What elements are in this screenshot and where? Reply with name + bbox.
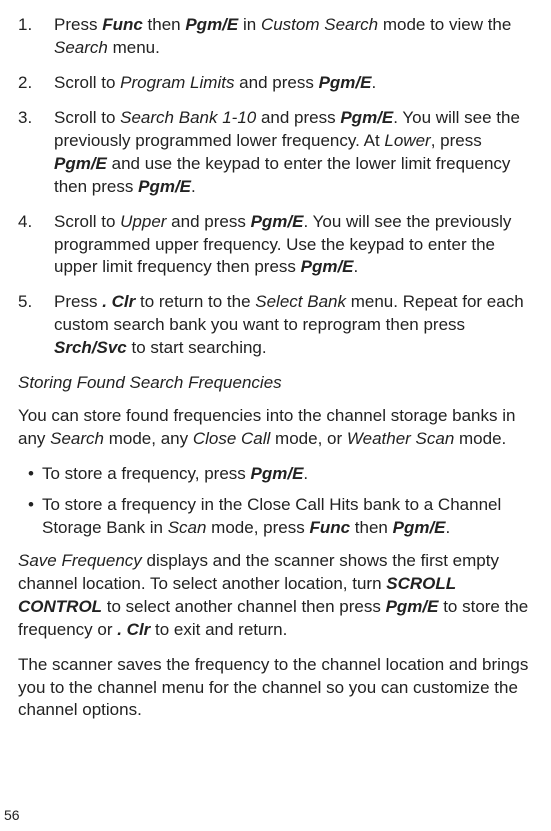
step-number: 3. — [18, 107, 54, 199]
text-run: Func — [102, 15, 143, 34]
text-run: . — [354, 257, 359, 276]
text-run: . — [191, 177, 196, 196]
text-run: and use the keypad to enter the lower li… — [54, 154, 510, 196]
step-item: 1.Press Func then Pgm/E in Custom Search… — [18, 14, 533, 60]
text-run: and press — [166, 212, 250, 231]
text-run: Pgm/E — [340, 108, 393, 127]
text-run: Upper — [120, 212, 166, 231]
text-run: Pgm/E — [319, 73, 372, 92]
step-body: Press . Clr to return to the Select Bank… — [54, 291, 533, 360]
text-run: Close Call — [193, 429, 270, 448]
step-item: 5.Press . Clr to return to the Select Ba… — [18, 291, 533, 360]
step-body: Scroll to Search Bank 1-10 and press Pgm… — [54, 107, 533, 199]
paragraph: Save Frequency displays and the scanner … — [18, 550, 533, 642]
text-run: . Clr — [117, 620, 150, 639]
text-run: Scroll to — [54, 73, 120, 92]
text-run: Lower — [384, 131, 430, 150]
text-run: Search Bank 1-10 — [120, 108, 256, 127]
text-run: Press — [54, 15, 102, 34]
step-item: 3.Scroll to Search Bank 1-10 and press P… — [18, 107, 533, 199]
step-number: 4. — [18, 211, 54, 280]
step-body: Press Func then Pgm/E in Custom Search m… — [54, 14, 533, 60]
text-run: menu. — [108, 38, 160, 57]
text-run: Scroll to — [54, 108, 120, 127]
ordered-steps: 1.Press Func then Pgm/E in Custom Search… — [18, 14, 533, 360]
text-run: Pgm/E — [54, 154, 107, 173]
text-run: Scroll to — [54, 212, 120, 231]
text-run: in — [238, 15, 261, 34]
step-number: 5. — [18, 291, 54, 360]
text-run: to select another channel then press — [102, 597, 386, 616]
text-run: Srch/Svc — [54, 338, 127, 357]
text-run: mode, or — [270, 429, 347, 448]
text-run: Pgm/E — [251, 212, 304, 231]
bullet-item: •To store a frequency, press Pgm/E. — [18, 463, 533, 486]
step-body: Scroll to Program Limits and press Pgm/E… — [54, 72, 533, 95]
text-run: . — [303, 464, 308, 483]
paragraph: The scanner saves the frequency to the c… — [18, 654, 533, 723]
text-run: Program Limits — [120, 73, 234, 92]
text-run: Pgm/E — [386, 597, 439, 616]
text-run: mode, any — [104, 429, 193, 448]
bullet-marker: • — [18, 494, 42, 540]
step-item: 2.Scroll to Program Limits and press Pgm… — [18, 72, 533, 95]
text-run: Pgm/E — [138, 177, 191, 196]
text-run: mode, press — [206, 518, 309, 537]
step-body: Scroll to Upper and press Pgm/E. You wil… — [54, 211, 533, 280]
text-run: Func — [309, 518, 350, 537]
text-run: Pgm/E — [185, 15, 238, 34]
text-run: Select Bank — [255, 292, 346, 311]
step-number: 2. — [18, 72, 54, 95]
text-run: to exit and return. — [150, 620, 287, 639]
bullet-item: •To store a frequency in the Close Call … — [18, 494, 533, 540]
text-run: Search — [54, 38, 108, 57]
text-run: then — [350, 518, 393, 537]
text-run: To store a frequency, press — [42, 464, 251, 483]
text-run: Pgm/E — [393, 518, 446, 537]
text-run: Save Frequency — [18, 551, 142, 570]
text-run: Custom Search — [261, 15, 378, 34]
text-run: to return to the — [135, 292, 255, 311]
text-run: then — [143, 15, 186, 34]
paragraph: You can store found frequencies into the… — [18, 405, 533, 451]
text-run: to start searching. — [127, 338, 267, 357]
text-run: and press — [256, 108, 340, 127]
text-run: The scanner saves the frequency to the c… — [18, 655, 528, 720]
step-item: 4.Scroll to Upper and press Pgm/E. You w… — [18, 211, 533, 280]
text-run: Pgm/E — [251, 464, 304, 483]
text-run: and press — [234, 73, 318, 92]
section-subheading: Storing Found Search Frequencies — [18, 372, 533, 395]
step-number: 1. — [18, 14, 54, 60]
text-run: Pgm/E — [301, 257, 354, 276]
text-run: Scan — [168, 518, 207, 537]
text-run: Search — [50, 429, 104, 448]
text-run: Press — [54, 292, 102, 311]
page-number: 56 — [4, 806, 20, 825]
text-run: mode. — [454, 429, 506, 448]
bullet-marker: • — [18, 463, 42, 486]
text-run: mode to view the — [378, 15, 511, 34]
bullet-body: To store a frequency in the Close Call H… — [42, 494, 533, 540]
bullet-list: •To store a frequency, press Pgm/E.•To s… — [18, 463, 533, 540]
text-run: Weather Scan — [347, 429, 454, 448]
bullet-body: To store a frequency, press Pgm/E. — [42, 463, 533, 486]
text-run: . Clr — [102, 292, 135, 311]
text-run: . — [446, 518, 451, 537]
text-run: . — [371, 73, 376, 92]
text-run: , press — [431, 131, 482, 150]
document-page: 1.Press Func then Pgm/E in Custom Search… — [0, 0, 551, 831]
